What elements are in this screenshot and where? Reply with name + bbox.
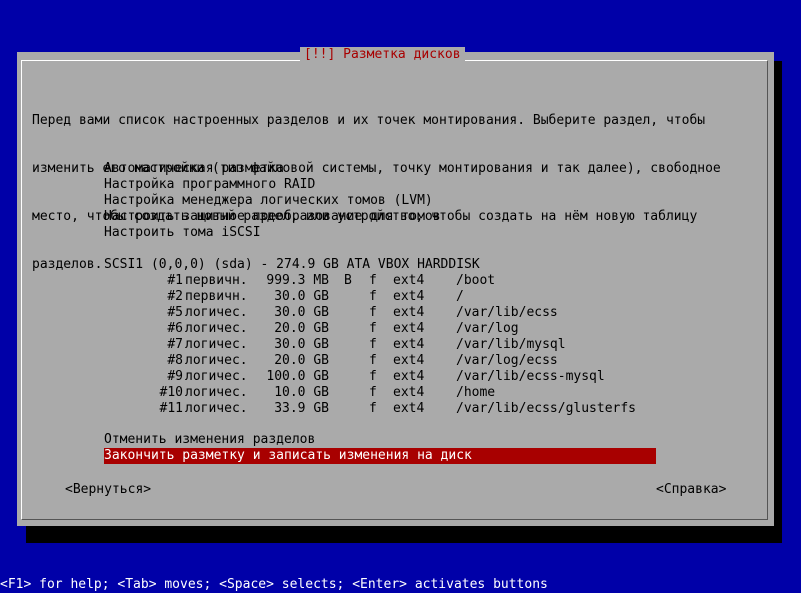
partition-size: 10.0 GB [274,385,329,400]
partition-mount: /home [456,385,496,400]
partition-fmt: f [369,353,377,368]
disk-item[interactable]: SCSI1 (0,0,0) (sda) - 274.9 GB ATA VBOX … [104,257,656,273]
partition-list: SCSI1 (0,0,0) (sda) - 274.9 GB ATA VBOX … [104,257,656,417]
partition-num: #7 [167,337,183,352]
partition-num: #8 [167,353,183,368]
partition-mount: /var/log/ecss [456,353,558,368]
menu-item-auto-partition[interactable]: Автоматическая разметка [104,161,656,177]
partition-fmt: f [369,385,377,400]
partition-row[interactable]: #7 логичес. 30.0 GB f ext4/var/lib/mysql [104,337,656,353]
partition-num: #1 [167,273,183,288]
partition-fs: ext4 [393,273,425,288]
partition-mount: /boot [456,273,496,288]
partition-row[interactable]: #6 логичес. 20.0 GB f ext4/var/log [104,321,656,337]
partition-fs: ext4 [393,337,425,352]
partition-size: 30.0 GB [274,289,329,304]
partition-num: #2 [167,289,183,304]
partition-fs: ext4 [393,401,425,416]
partition-row[interactable]: #11 логичес. 33.9 GB f ext4/var/lib/ecss/glu… [104,401,656,417]
dialog-title-text: [!!] Разметка дисков [304,47,461,62]
partition-type: логичес. [185,321,248,336]
partition-fmt: f [369,337,377,352]
partition-size: 20.0 GB [274,353,329,368]
partition-num: #11 [159,401,183,416]
partition-fs: ext4 [393,369,425,384]
partition-size: 33.9 GB [274,401,329,416]
partition-fmt: f [369,401,377,416]
partition-row[interactable]: #5 логичес. 30.0 GB f ext4/var/lib/ecss [104,305,656,321]
partition-row[interactable]: #10 логичес. 10.0 GB f ext4/home [104,385,656,401]
partition-mount: / [456,289,464,304]
partition-type: логичес. [185,337,248,352]
partition-mount: /var/lib/ecss/glusterfs [456,401,637,416]
partition-fs: ext4 [393,289,425,304]
partition-type: логичес. [185,353,248,368]
partition-size: 20.0 GB [274,321,329,336]
partition-size: 100.0 GB [266,369,329,384]
partition-type: логичес. [185,369,248,384]
partition-fs: ext4 [393,385,425,400]
menu-item-lvm[interactable]: Настройка менеджера логических томов (LV… [104,193,656,209]
partition-row[interactable]: #8 логичес. 20.0 GB f ext4/var/log/ecss [104,353,656,369]
partition-fs: ext4 [393,321,425,336]
partition-size: 999.3 MB [266,273,329,288]
partition-fs: ext4 [393,353,425,368]
undo-changes-item[interactable]: Отменить изменения разделов [104,432,656,448]
menu-item-software-raid[interactable]: Настройка программного RAID [104,177,656,193]
partition-num: #6 [167,321,183,336]
partition-fmt: f [369,305,377,320]
dialog-title: [!!] Разметка дисков [300,47,465,65]
partition-type: логичес. [185,401,248,416]
partition-type: логичес. [185,305,248,320]
partition-row[interactable]: #1 первичн. 999.3 MB Bf ext4/boot [104,273,656,289]
partition-fs: ext4 [393,305,425,320]
partition-row[interactable]: #2 первичн. 30.0 GB f ext4 / [104,289,656,305]
back-button[interactable]: <Вернуться> [65,482,151,498]
finish-menu: Отменить изменения разделов Закончить ра… [104,432,656,464]
partition-boot: B [344,273,352,288]
menu-item-iscsi[interactable]: Настроить тома iSCSI [104,225,656,241]
partition-type: первичн. [185,273,248,288]
partition-size: 30.0 GB [274,305,329,320]
description-line: Перед вами список настроенных разделов и… [32,113,706,128]
partition-size: 30.0 GB [274,337,329,352]
partition-dialog: [!!] Разметка дисков Перед вами список н… [17,47,774,526]
partition-fmt: f [369,289,377,304]
menu-item-encryption[interactable]: Настроить защитное преобразование для то… [104,209,656,225]
partition-row[interactable]: #9 логичес. 100.0 GB f ext4/var/lib/ecss-mys… [104,369,656,385]
partition-num: #9 [167,369,183,384]
help-button[interactable]: <Справка> [656,482,726,498]
action-menu: Автоматическая разметка Настройка програ… [104,161,656,241]
partition-num: #10 [159,385,183,400]
partition-mount: /var/log [456,321,519,336]
partition-fmt: f [369,369,377,384]
partition-fmt: f [369,321,377,336]
partition-mount: /var/lib/mysql [456,337,566,352]
partition-type: логичес. [185,385,248,400]
partition-num: #5 [167,305,183,320]
status-bar: <F1> for help; <Tab> moves; <Space> sele… [0,577,801,593]
partition-type: первичн. [185,289,248,304]
partition-mount: /var/lib/ecss-mysql [456,369,605,384]
partition-fmt: f [369,273,377,288]
finish-partitioning-item[interactable]: Закончить разметку и записать изменения … [104,448,656,464]
partition-mount: /var/lib/ecss [456,305,558,320]
